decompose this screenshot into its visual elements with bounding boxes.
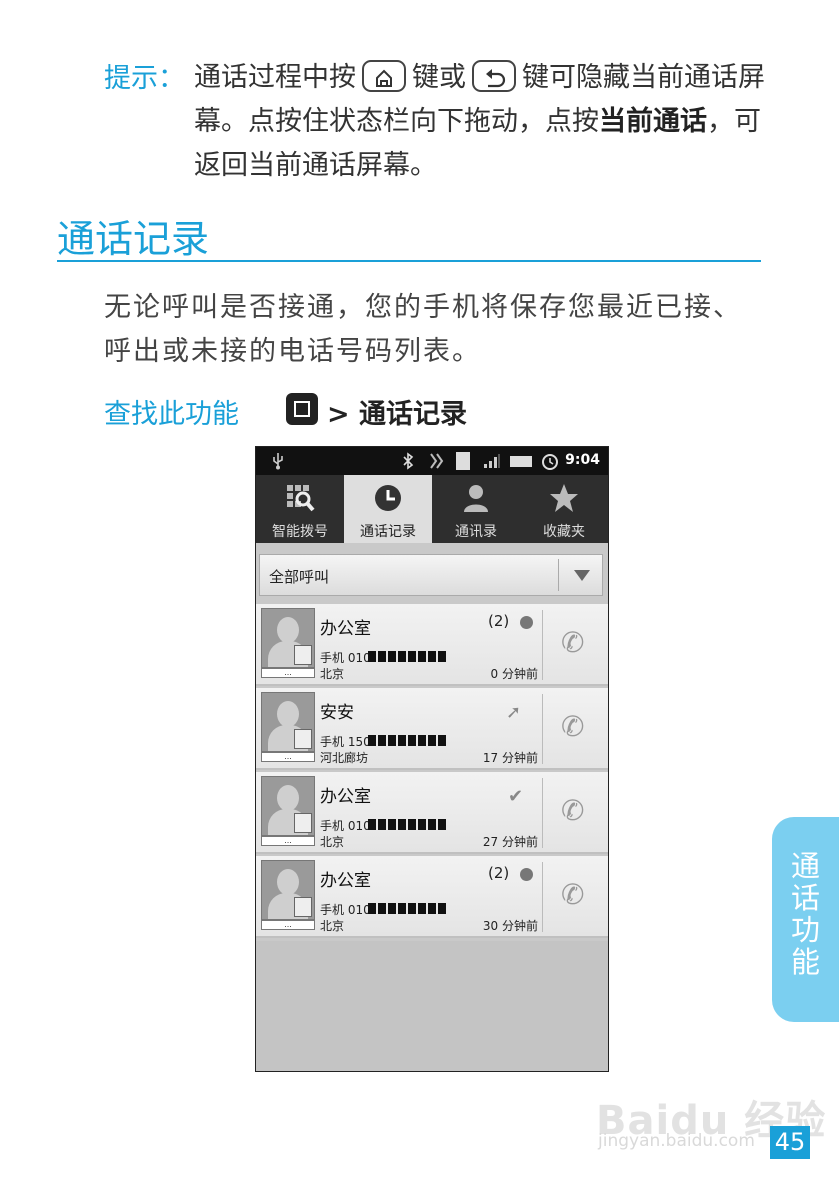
outgoing-call-icon: ➚ <box>506 702 522 723</box>
expand-icon[interactable] <box>520 616 533 629</box>
sim-icon <box>294 813 312 833</box>
dialpad-search-icon <box>287 485 315 512</box>
network-e-icon <box>456 452 470 470</box>
call-location: 河北廊坊 <box>320 751 369 765</box>
call-log-row[interactable]: ... 办公室 (2) 手机 010 北京 0 分钟前 ✆ <box>256 604 608 686</box>
contact-name: 办公室 <box>320 619 371 639</box>
call-location: 北京 <box>320 835 345 849</box>
contact-avatar[interactable] <box>261 692 315 752</box>
section-rule <box>57 260 761 262</box>
star-icon <box>550 484 578 512</box>
tip-text-1: 通话过程中按 <box>194 62 356 93</box>
row-divider <box>542 694 543 764</box>
sync-icon <box>430 453 444 469</box>
list-empty-area <box>256 941 608 1071</box>
person-icon <box>464 485 488 512</box>
tab-label: 通话记录 <box>360 524 416 540</box>
call-filter-dropdown[interactable]: 全部呼叫 <box>259 554 603 596</box>
clock-icon <box>375 485 401 511</box>
tab-contacts[interactable]: 通讯录 <box>432 475 520 543</box>
find-feature-label: 查找此功能 <box>104 399 239 430</box>
call-log-row[interactable]: ... 办公室 (2) 手机 010 北京 30 分钟前 ✆ <box>256 856 608 938</box>
avatar-more: ... <box>261 668 315 678</box>
tab-call-log[interactable]: 通话记录 <box>344 475 432 543</box>
page-number: 45 <box>770 1126 810 1159</box>
call-count: (2) <box>488 864 510 882</box>
tip-text: 通话过程中按 键或 键可隐藏当前通话屏幕。点按住状态栏向下拖动，点按当前通话，可返回… <box>194 56 774 188</box>
masked-digits <box>368 903 448 914</box>
call-handset-icon[interactable]: ✆ <box>561 626 584 659</box>
call-time: 27 分钟前 <box>482 835 538 849</box>
call-handset-icon[interactable]: ✆ <box>561 710 584 743</box>
call-time: 17 分钟前 <box>482 751 538 765</box>
missed-call-icon: ✔ <box>508 786 524 807</box>
avatar-more: ... <box>261 836 315 846</box>
signal-icon <box>484 454 500 468</box>
call-count: (2) <box>488 612 510 630</box>
watermark-url: jingyan.baidu.com <box>598 1131 755 1151</box>
alarm-icon <box>542 454 558 470</box>
row-divider <box>542 862 543 932</box>
call-location: 北京 <box>320 667 345 681</box>
expand-icon[interactable] <box>520 868 533 881</box>
sim-icon <box>294 897 312 917</box>
call-log-row[interactable]: ... 办公室 ✔ 手机 010 北京 27 分钟前 ✆ <box>256 772 608 854</box>
row-divider <box>542 610 543 680</box>
filter-divider <box>558 559 559 591</box>
avatar-more: ... <box>261 752 315 762</box>
phone-number: 手机 010 <box>320 651 371 665</box>
battery-icon <box>510 456 532 467</box>
home-key-icon <box>362 60 406 92</box>
chapter-side-text: 通话功能 <box>790 849 820 979</box>
call-time: 30 分钟前 <box>482 919 538 933</box>
current-call-term: 当前通话 <box>599 106 707 137</box>
tab-favorites[interactable]: 收藏夹 <box>520 475 608 543</box>
filter-value: 全部呼叫 <box>269 568 330 586</box>
contact-avatar[interactable] <box>261 776 315 836</box>
tip-label: 提示： <box>104 63 185 94</box>
contact-avatar[interactable] <box>261 860 315 920</box>
row-divider <box>542 778 543 848</box>
bluetooth-icon <box>403 452 414 470</box>
tab-label: 智能拨号 <box>272 524 328 540</box>
tab-label: 收藏夹 <box>543 524 585 540</box>
contact-name: 办公室 <box>320 871 371 891</box>
masked-digits <box>368 651 448 662</box>
call-log-row[interactable]: ... 安安 ➚ 手机 150 河北廊坊 17 分钟前 ✆ <box>256 688 608 770</box>
call-handset-icon[interactable]: ✆ <box>561 878 584 911</box>
dropdown-arrow-icon <box>574 570 590 581</box>
section-intro: 无论呼叫是否接通，您的手机将保存您最近已接、呼出或未接的电话号码列表。 <box>104 292 742 367</box>
usb-icon <box>273 453 283 470</box>
back-key-icon <box>472 60 516 92</box>
tab-bar: 智能拨号 通话记录 通讯录 收藏夹 <box>256 475 608 543</box>
section-title: 通话记录 <box>57 217 210 261</box>
call-handset-icon[interactable]: ✆ <box>561 794 584 827</box>
masked-digits <box>368 735 448 746</box>
status-time: 9:04 <box>565 452 600 468</box>
sim-icon <box>294 729 312 749</box>
feature-path: > 通话记录 <box>327 399 468 430</box>
call-time: 0 分钟前 <box>490 667 538 681</box>
contact-avatar[interactable] <box>261 608 315 668</box>
contact-name: 安安 <box>320 703 354 723</box>
tip-text-2: 键或 <box>412 62 466 93</box>
call-location: 北京 <box>320 919 345 933</box>
status-bar[interactable]: 9:04 <box>256 447 608 475</box>
phone-number: 手机 150 <box>320 735 371 749</box>
menu-key-icon <box>286 393 318 425</box>
tab-label: 通讯录 <box>455 524 497 540</box>
tab-smart-dial[interactable]: 智能拨号 <box>256 475 344 543</box>
phone-screen: 9:04 智能拨号 通话记录 通讯录 收藏夹 全部呼叫 ... 办公室 (2) … <box>255 446 609 1072</box>
masked-digits <box>368 819 448 830</box>
avatar-more: ... <box>261 920 315 930</box>
phone-number: 手机 010 <box>320 903 371 917</box>
phone-number: 手机 010 <box>320 819 371 833</box>
sim-icon <box>294 645 312 665</box>
contact-name: 办公室 <box>320 787 371 807</box>
